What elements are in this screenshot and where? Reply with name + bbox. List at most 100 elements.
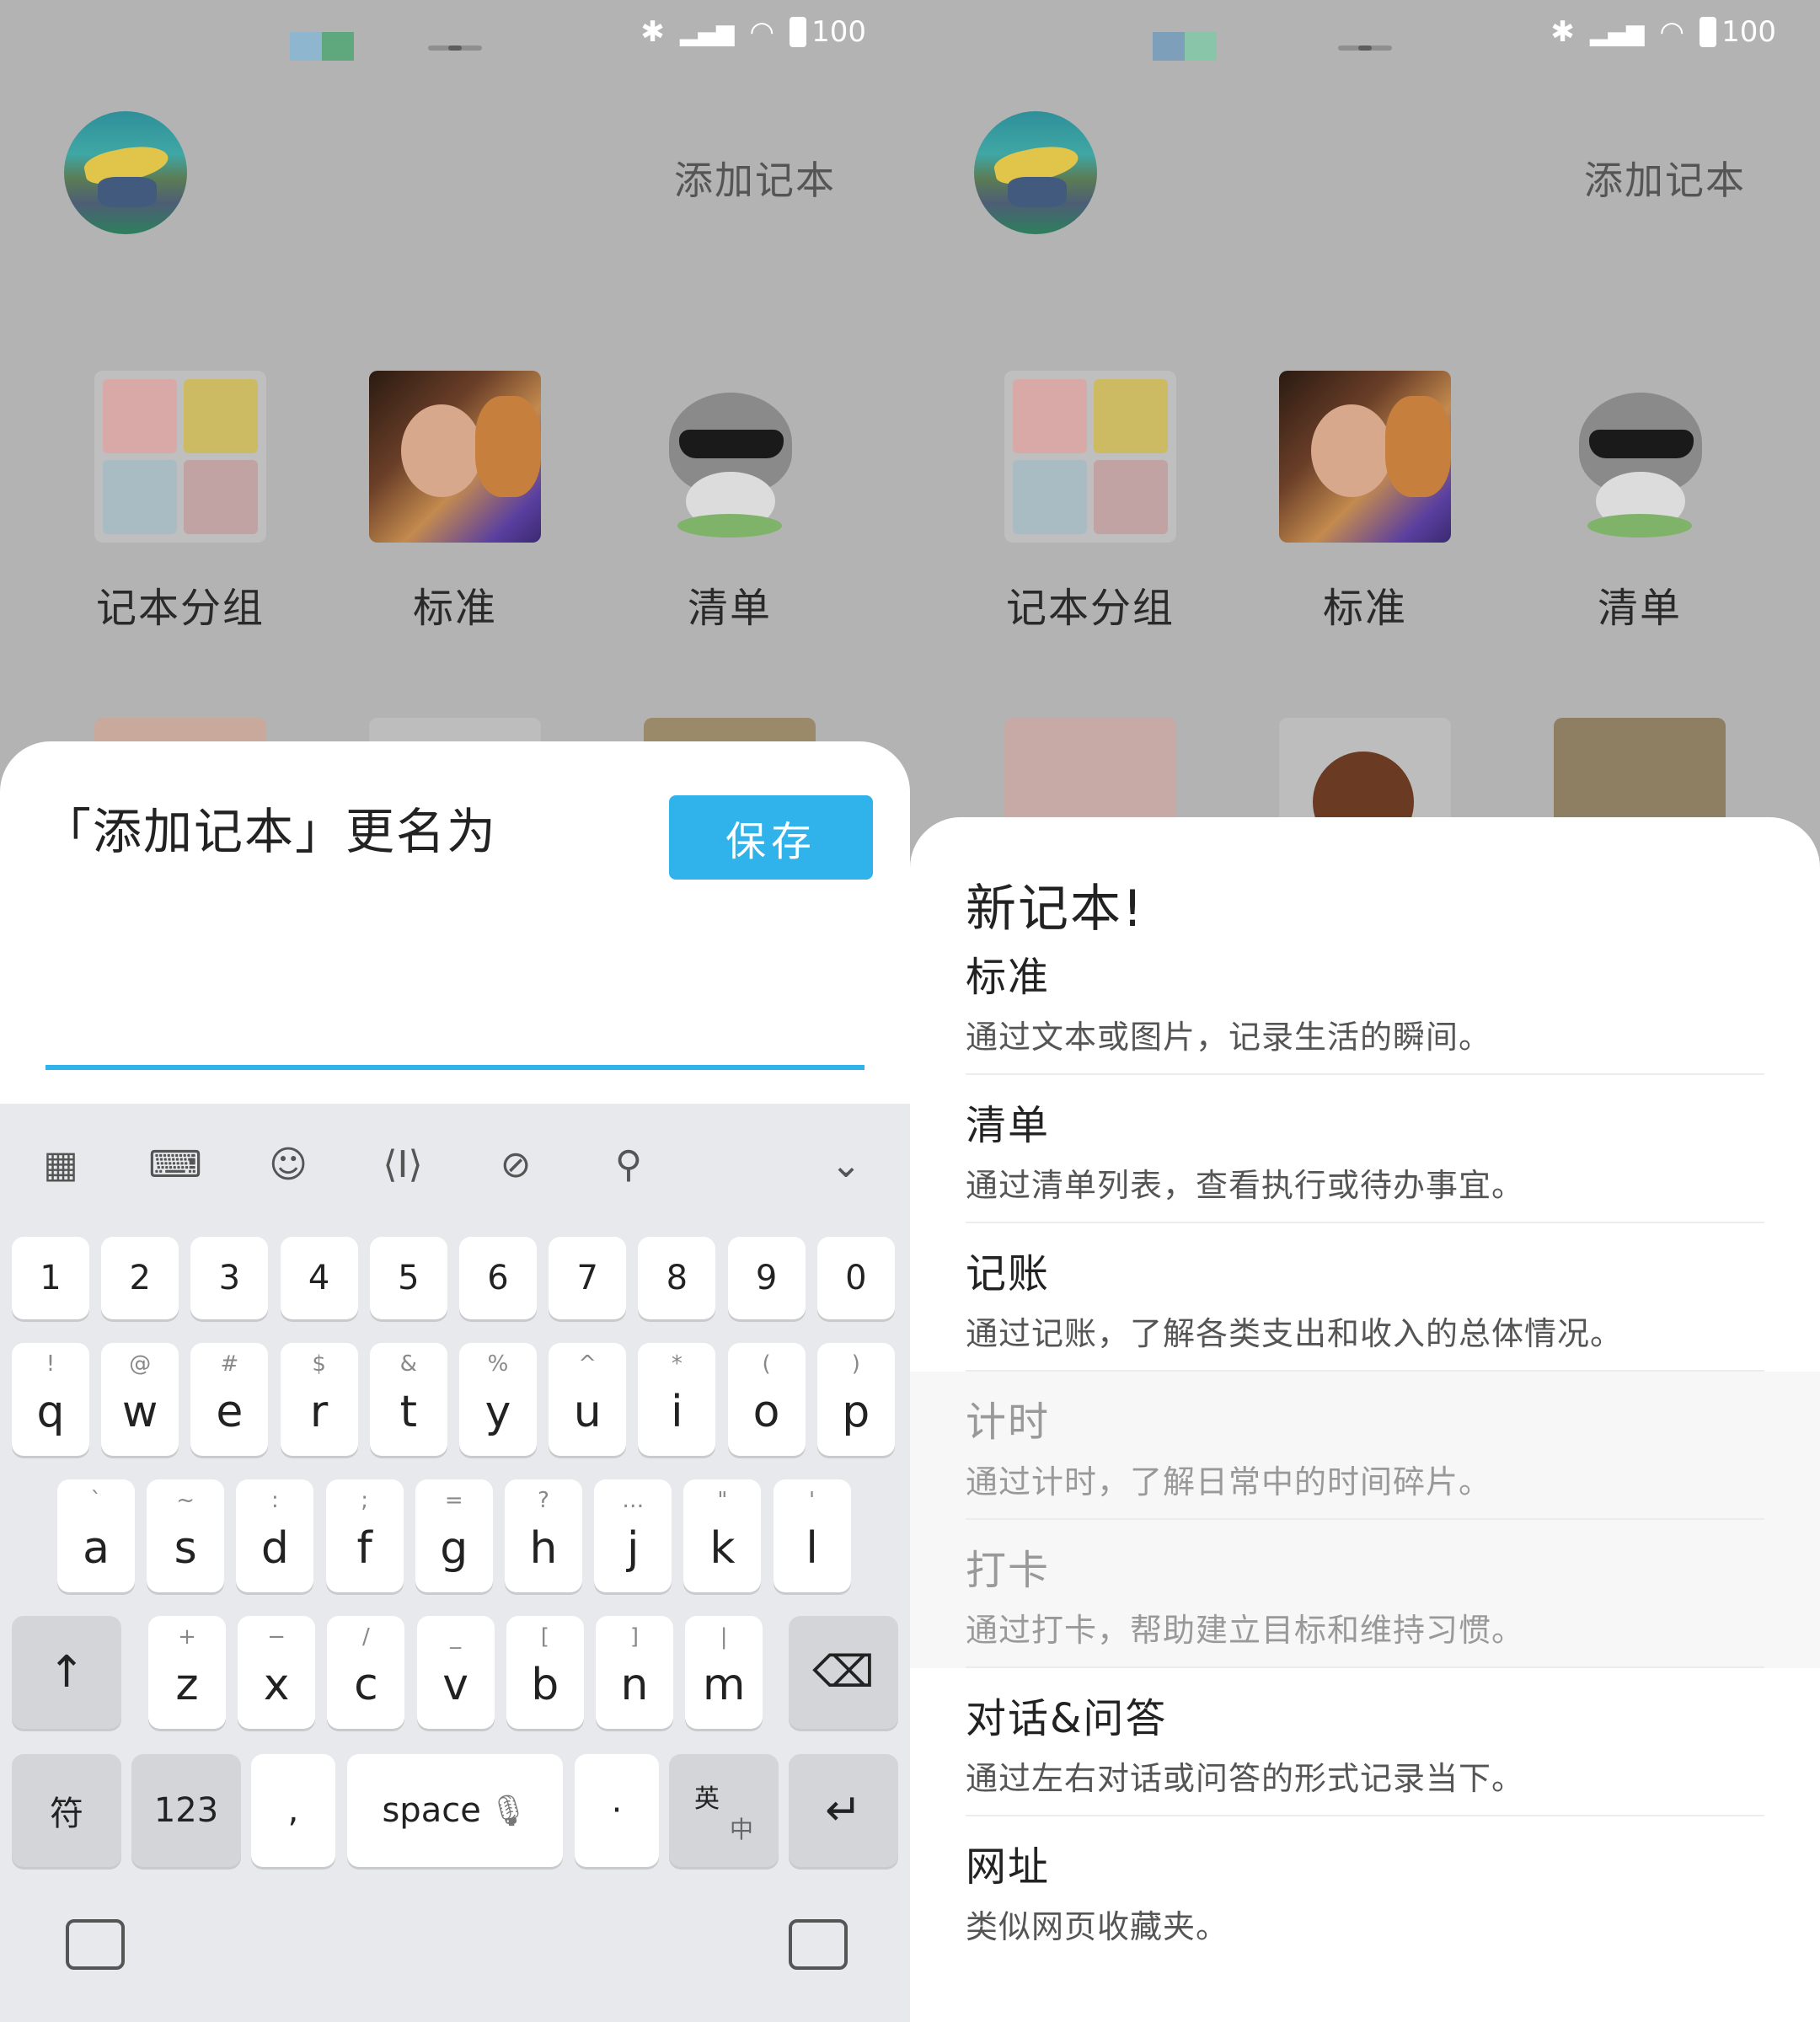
keyboard-toolbar: ▦ ⌨ ☺ ⟨I⟩ ⊘ ⚲ ⌄ xyxy=(0,1104,910,1222)
key-a[interactable]: ` a xyxy=(57,1479,135,1592)
period-key[interactable]: · xyxy=(575,1754,659,1867)
notch-indicator xyxy=(1338,45,1392,51)
key-g[interactable]: = g xyxy=(415,1479,493,1592)
keypad-icon[interactable]: ⌨ xyxy=(148,1139,202,1190)
key-b[interactable]: [b xyxy=(506,1616,584,1729)
photo-thumb xyxy=(1279,371,1451,543)
cursor-icon[interactable]: ⟨I⟩ xyxy=(377,1139,428,1190)
bluetooth-icon: ✱ xyxy=(1550,15,1575,49)
search-icon[interactable]: ⚲ xyxy=(603,1139,654,1190)
notebook-type-option[interactable]: 打卡 通过打卡，帮助建立目标和维持习惯。 xyxy=(910,1520,1820,1668)
notebook-type-option[interactable]: 记账 通过记账，了解各类支出和收入的总体情况。 xyxy=(910,1223,1820,1372)
dialog-title: 「添加记本」更名为 xyxy=(42,803,498,860)
key-n[interactable]: ] n xyxy=(596,1616,673,1729)
key-u[interactable]: ^ u xyxy=(549,1343,627,1456)
add-notebook-button[interactable]: 添加记本 xyxy=(674,150,836,206)
key-d[interactable]: :d xyxy=(236,1479,314,1592)
group-icon xyxy=(94,371,266,543)
grid-item-group[interactable]: 记本分组 xyxy=(1004,371,1176,634)
keyboard-switch-icon[interactable] xyxy=(66,1919,125,1970)
grid-label: 清单 xyxy=(1597,585,1682,632)
grid-item-standard[interactable]: 标准 xyxy=(1279,371,1451,634)
key-3[interactable]: 3 xyxy=(190,1237,269,1319)
key-9[interactable]: 9 xyxy=(727,1237,806,1319)
grid-label: 标准 xyxy=(412,585,497,632)
battery-level: 100 xyxy=(1721,15,1776,49)
key-m[interactable]: | m xyxy=(685,1616,763,1729)
enter-key[interactable]: ↵ xyxy=(789,1754,898,1867)
comma-key[interactable]: , xyxy=(251,1754,335,1867)
backspace-key[interactable]: ⌫ xyxy=(789,1616,898,1729)
avatar[interactable] xyxy=(64,111,187,234)
wifi-icon: ◠ xyxy=(1659,15,1685,49)
key-h[interactable]: ? h xyxy=(505,1479,582,1592)
language-toggle-key[interactable]: 英 中 xyxy=(669,1754,779,1867)
key-p[interactable]: ) p xyxy=(816,1343,895,1456)
rename-screen: ✱ ▂▄▆ ◠ 100 添加记本 记本分组 标准 清单 「添加记本」更名为 保存 xyxy=(0,0,910,2022)
status-swatch-green xyxy=(322,32,354,61)
key-2[interactable]: 2 xyxy=(101,1237,179,1319)
key-e[interactable]: # e xyxy=(190,1343,269,1456)
key-z[interactable]: + z xyxy=(148,1616,226,1729)
option-name: 标准 xyxy=(966,954,1051,1001)
notebook-type-option[interactable]: 清单 通过清单列表，查看执行或待办事宜。 xyxy=(910,1075,1820,1223)
numeric-key[interactable]: 123 xyxy=(131,1754,241,1867)
key-5[interactable]: 5 xyxy=(369,1237,447,1319)
signal-icon: ▂▄▆ xyxy=(679,18,735,46)
key-y[interactable]: % y xyxy=(459,1343,537,1456)
key-s[interactable]: ~ s xyxy=(147,1479,225,1592)
apps-icon[interactable]: ▦ xyxy=(35,1139,86,1190)
notebook-type-option[interactable]: 标准 通过文本或图片，记录生活的瞬间。 xyxy=(910,927,1820,1075)
key-1[interactable]: 1 xyxy=(12,1237,89,1319)
symbols-key[interactable]: 符 xyxy=(12,1754,121,1867)
clipboard-icon[interactable] xyxy=(789,1919,848,1970)
key-o[interactable]: (o xyxy=(727,1343,806,1456)
chevron-down-icon[interactable]: ⌄ xyxy=(821,1139,871,1190)
key-l[interactable]: ' l xyxy=(773,1479,851,1592)
grid-item-checklist[interactable]: 清单 xyxy=(1554,371,1726,634)
key-j[interactable]: … j xyxy=(594,1479,672,1592)
key-8[interactable]: 8 xyxy=(638,1237,716,1319)
key-0[interactable]: 0 xyxy=(816,1237,895,1319)
status-swatch-blue xyxy=(1153,32,1185,61)
grid-label: 记本分组 xyxy=(95,585,265,632)
link-icon[interactable]: ⊘ xyxy=(490,1139,541,1190)
rename-dialog: 「添加记本」更名为 保存 xyxy=(0,741,910,1112)
add-notebook-button[interactable]: 添加记本 xyxy=(1584,150,1746,206)
group-icon xyxy=(1004,371,1176,543)
key-c[interactable]: / c xyxy=(327,1616,405,1729)
key-4[interactable]: 4 xyxy=(280,1237,358,1319)
key-w[interactable]: @ w xyxy=(101,1343,179,1456)
key-7[interactable]: 7 xyxy=(549,1237,627,1319)
grid-item-standard[interactable]: 标准 xyxy=(369,371,541,634)
shift-key[interactable]: ↑ xyxy=(12,1616,121,1729)
key-k[interactable]: " k xyxy=(683,1479,762,1592)
battery-indicator: 100 xyxy=(790,15,866,49)
notebook-type-option[interactable]: 对话&问答 通过左右对话或问答的形式记录当下。 xyxy=(910,1668,1820,1816)
key-f[interactable]: ; f xyxy=(325,1479,404,1592)
grid-item-group[interactable]: 记本分组 xyxy=(94,371,266,634)
grid-label: 清单 xyxy=(687,585,772,632)
save-button[interactable]: 保存 xyxy=(669,795,873,880)
key-i[interactable]: * i xyxy=(638,1343,716,1456)
key-6[interactable]: 6 xyxy=(459,1237,537,1319)
emoji-icon[interactable]: ☺ xyxy=(263,1139,313,1190)
option-description: 通过左右对话或问答的形式记录当下。 xyxy=(966,1760,1525,1797)
status-bar: ✱ ▂▄▆ ◠ 100 xyxy=(1550,15,1776,49)
grid-item-checklist[interactable]: 清单 xyxy=(644,371,816,634)
key-r[interactable]: $ r xyxy=(280,1343,358,1456)
key-t[interactable]: & t xyxy=(369,1343,447,1456)
photo-thumb xyxy=(369,371,541,543)
avatar[interactable] xyxy=(974,111,1097,234)
key-q[interactable]: ! q xyxy=(12,1343,89,1456)
grid-label: 标准 xyxy=(1322,585,1407,632)
key-v[interactable]: _ v xyxy=(416,1616,495,1729)
space-key[interactable]: space 🎙 xyxy=(347,1754,563,1867)
notebook-type-option[interactable]: 网址 类似网页收藏夹。 xyxy=(910,1816,1820,1965)
notebook-type-option[interactable]: 计时 通过计时，了解日常中的时间碎片。 xyxy=(910,1372,1820,1520)
raccoon-thumb xyxy=(1554,371,1726,543)
key-x[interactable]: − x xyxy=(238,1616,316,1729)
notebook-name-input[interactable] xyxy=(46,1019,864,1070)
battery-indicator: 100 xyxy=(1700,15,1776,49)
option-description: 通过清单列表，查看执行或待办事宜。 xyxy=(966,1167,1525,1204)
